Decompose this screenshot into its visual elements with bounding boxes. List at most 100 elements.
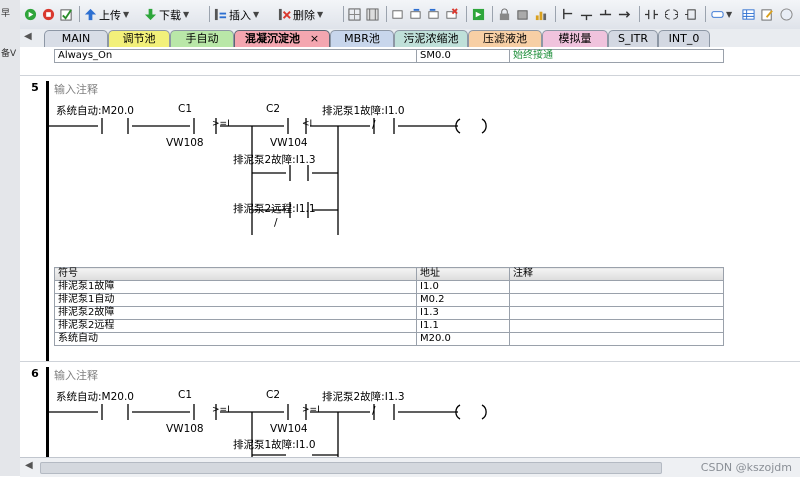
chart-button[interactable] (534, 6, 547, 23)
help-button[interactable] (780, 6, 793, 23)
download-arrow-icon (144, 8, 157, 21)
network-divider (20, 75, 800, 76)
toolbar-separator (386, 6, 387, 22)
insert-button[interactable]: 插入 ▼ (214, 6, 259, 23)
top-row-symbol: Always_On (54, 49, 417, 63)
line-up-button[interactable] (599, 6, 612, 23)
tab-close-icon[interactable]: × (310, 32, 319, 45)
compare-op: >=I (212, 119, 230, 129)
contact-label: 排泥泵2故障:I1.3 (233, 154, 316, 166)
next-bookmark-button[interactable] (409, 6, 422, 23)
toolbar-separator (209, 6, 210, 22)
insert-icon (214, 8, 227, 21)
block-icon (517, 10, 528, 20)
tab-sludge-thickening[interactable]: 污泥浓缩池 (394, 30, 468, 47)
tab-bar: ◀ MAIN 调节池 手自动 混凝沉淀池 × MBR池 污泥浓缩池 压滤液池 模… (20, 29, 800, 48)
line-up-icon (599, 9, 612, 16)
remove-bookmark-button[interactable] (445, 6, 458, 23)
help-icon (780, 8, 793, 21)
edit-button[interactable] (761, 6, 774, 23)
tab-analog[interactable]: 模拟量 (542, 30, 608, 47)
scrollbar-thumb[interactable] (40, 462, 662, 474)
tab-int-0[interactable]: INT_0 (658, 30, 710, 47)
goto-button[interactable] (472, 6, 485, 23)
compare-op: >=I (302, 405, 320, 415)
network-icon (348, 8, 361, 21)
bookmark-button[interactable] (391, 6, 404, 23)
negated-contact-mark: / (372, 119, 376, 131)
edit-icon (761, 9, 773, 21)
download-dropdown-icon[interactable]: ▼ (183, 10, 189, 19)
view-dropdown[interactable]: ▼ (711, 6, 732, 23)
box-icon (685, 9, 696, 20)
prev-bookmark-button[interactable] (427, 6, 440, 23)
network-comment[interactable]: 输入注释 (54, 367, 98, 383)
delete-icon (278, 8, 291, 21)
ladder-editor[interactable]: Always_On SM0.0 始终接通 5 输入注释 系统自动:M20.0 C… (20, 47, 800, 457)
address-column-header: 地址 (416, 267, 510, 281)
coil-button[interactable] (665, 6, 678, 23)
compare-operand: VW104 (270, 137, 308, 149)
network-comment[interactable]: 输入注释 (54, 81, 98, 97)
contact-label: 排泥泵1故障:I1.0 (233, 439, 316, 451)
delete-button[interactable]: 删除 ▼ (278, 6, 323, 23)
bar-chart-icon (535, 11, 547, 21)
stop-button[interactable] (42, 6, 55, 23)
contact-icon (645, 9, 658, 20)
table-button[interactable] (742, 6, 755, 23)
left-strip-top-label: 早 (1, 9, 11, 19)
table-row: 排泥泵2故障 I1.3 (54, 306, 724, 320)
bookmark-icon (392, 10, 403, 19)
line-right-button[interactable] (618, 6, 631, 23)
insert-label: 插入 (229, 8, 251, 22)
upload-arrow-icon (84, 8, 97, 21)
upload-dropdown-icon[interactable]: ▼ (123, 10, 129, 19)
horizontal-scrollbar[interactable]: ◀ (20, 457, 800, 477)
contact-button[interactable] (645, 6, 658, 23)
insert-dropdown-icon[interactable]: ▼ (253, 10, 259, 19)
tab-scroll-left-icon[interactable]: ◀ (24, 31, 32, 42)
run-button[interactable] (24, 6, 37, 23)
bookmark-remove-icon (446, 8, 458, 19)
network-divider (20, 361, 800, 362)
tab-coagulation-sedimentation[interactable]: 混凝沉淀池 × (234, 30, 330, 47)
symbol-column-header: 符号 (54, 267, 417, 281)
tab-filtrate-pool[interactable]: 压滤液池 (468, 30, 542, 47)
view-icon (711, 11, 724, 18)
network-tool-button[interactable] (348, 6, 361, 23)
tab-regulating-pool[interactable]: 调节池 (108, 30, 170, 47)
tab-main[interactable]: MAIN (44, 30, 108, 47)
branch-up-icon (580, 14, 593, 21)
symbol-table: 符号 地址 注释 排泥泵1故障 I1.0 排泥泵1自动 M0.2 排泥泵2故障 I1.… (54, 267, 724, 346)
watermark: CSDN @kszojdm (700, 461, 792, 474)
block-button[interactable] (516, 6, 529, 23)
grid-tool-button[interactable] (366, 6, 379, 23)
compile-button[interactable] (60, 6, 73, 23)
delete-label: 删除 (293, 8, 315, 22)
compile-icon (60, 9, 72, 21)
toolbar-separator (705, 6, 706, 22)
toolbar-separator (79, 6, 80, 22)
lock-button[interactable] (498, 6, 511, 23)
toolbar-separator (492, 6, 493, 22)
table-row: 系统自动 M20.0 (54, 332, 724, 346)
branch-up-button[interactable] (580, 6, 593, 23)
tab-s-itr[interactable]: S_ITR (608, 30, 658, 47)
compare-op: >=I (212, 405, 230, 415)
box-button[interactable] (685, 6, 698, 23)
tab-manual-auto[interactable]: 手自动 (170, 30, 234, 47)
upload-button[interactable]: 上传 ▼ (84, 6, 129, 23)
compare-operand: VW108 (166, 137, 204, 149)
run-icon (24, 8, 37, 21)
line-right-icon (618, 11, 631, 18)
scroll-left-icon[interactable]: ◀ (25, 460, 33, 471)
bookmark-prev-icon (428, 8, 439, 19)
goto-icon (472, 8, 485, 21)
delete-dropdown-icon[interactable]: ▼ (317, 10, 323, 19)
branch-down-button[interactable] (561, 6, 574, 23)
download-button[interactable]: 下载 ▼ (144, 6, 189, 23)
download-label: 下载 (159, 8, 181, 22)
network-number: 6 (31, 367, 39, 380)
stop-icon (42, 8, 55, 21)
tab-mbr-pool[interactable]: MBR池 (330, 30, 394, 47)
